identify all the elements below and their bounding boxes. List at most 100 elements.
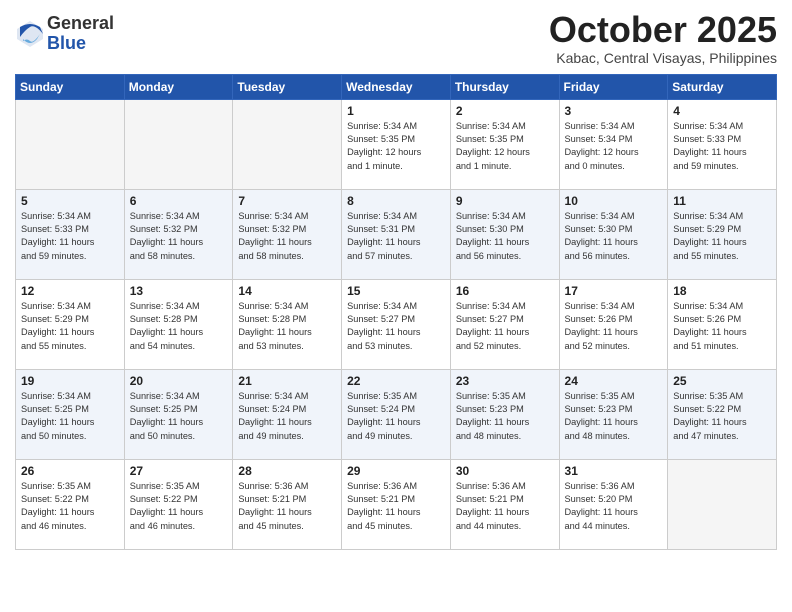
day-info: Sunrise: 5:35 AM Sunset: 5:24 PM Dayligh…	[347, 390, 445, 443]
calendar-week-row: 26 Sunrise: 5:35 AM Sunset: 5:22 PM Dayli…	[16, 459, 777, 549]
calendar-cell	[668, 459, 777, 549]
day-info: Sunrise: 5:35 AM Sunset: 5:22 PM Dayligh…	[21, 480, 119, 533]
calendar-cell	[124, 99, 233, 189]
day-info: Sunrise: 5:36 AM Sunset: 5:20 PM Dayligh…	[565, 480, 663, 533]
day-info: Sunrise: 5:36 AM Sunset: 5:21 PM Dayligh…	[347, 480, 445, 533]
day-info: Sunrise: 5:36 AM Sunset: 5:21 PM Dayligh…	[456, 480, 554, 533]
day-info: Sunrise: 5:34 AM Sunset: 5:28 PM Dayligh…	[130, 300, 228, 353]
calendar-cell: 28 Sunrise: 5:36 AM Sunset: 5:21 PM Dayli…	[233, 459, 342, 549]
logo-text: General Blue	[47, 14, 114, 54]
day-number: 5	[21, 194, 119, 208]
calendar-cell: 15 Sunrise: 5:34 AM Sunset: 5:27 PM Dayli…	[342, 279, 451, 369]
calendar-cell: 24 Sunrise: 5:35 AM Sunset: 5:23 PM Dayli…	[559, 369, 668, 459]
day-number: 29	[347, 464, 445, 478]
calendar-cell: 1 Sunrise: 5:34 AM Sunset: 5:35 PM Daylig…	[342, 99, 451, 189]
calendar-header-wednesday: Wednesday	[342, 74, 451, 99]
month-title: October 2025	[549, 10, 777, 50]
calendar-header-tuesday: Tuesday	[233, 74, 342, 99]
day-info: Sunrise: 5:35 AM Sunset: 5:23 PM Dayligh…	[456, 390, 554, 443]
calendar-header-saturday: Saturday	[668, 74, 777, 99]
day-info: Sunrise: 5:34 AM Sunset: 5:32 PM Dayligh…	[130, 210, 228, 263]
calendar-cell: 19Sunrise: 5:34 AM Sunset: 5:25 PM Dayli…	[16, 369, 125, 459]
day-number: 18	[673, 284, 771, 298]
calendar-cell: 10 Sunrise: 5:34 AM Sunset: 5:30 PM Dayli…	[559, 189, 668, 279]
logo-blue: Blue	[47, 34, 114, 54]
day-info: Sunrise: 5:35 AM Sunset: 5:22 PM Dayligh…	[673, 390, 771, 443]
day-number: 19	[21, 374, 119, 388]
calendar-cell: 22Sunrise: 5:35 AM Sunset: 5:24 PM Dayli…	[342, 369, 451, 459]
calendar-cell: 26 Sunrise: 5:35 AM Sunset: 5:22 PM Dayli…	[16, 459, 125, 549]
calendar-cell: 17 Sunrise: 5:34 AM Sunset: 5:26 PM Dayli…	[559, 279, 668, 369]
day-number: 7	[238, 194, 336, 208]
calendar-cell: 11Sunrise: 5:34 AM Sunset: 5:29 PM Dayli…	[668, 189, 777, 279]
calendar-cell: 20 Sunrise: 5:34 AM Sunset: 5:25 PM Dayli…	[124, 369, 233, 459]
day-number: 25	[673, 374, 771, 388]
day-info: Sunrise: 5:34 AM Sunset: 5:35 PM Dayligh…	[347, 120, 445, 173]
day-info: Sunrise: 5:34 AM Sunset: 5:27 PM Dayligh…	[456, 300, 554, 353]
day-number: 1	[347, 104, 445, 118]
day-info: Sunrise: 5:34 AM Sunset: 5:33 PM Dayligh…	[21, 210, 119, 263]
day-info: Sunrise: 5:34 AM Sunset: 5:27 PM Dayligh…	[347, 300, 445, 353]
calendar-week-row: 1 Sunrise: 5:34 AM Sunset: 5:35 PM Daylig…	[16, 99, 777, 189]
calendar-cell: 12 Sunrise: 5:34 AM Sunset: 5:29 PM Dayli…	[16, 279, 125, 369]
day-number: 3	[565, 104, 663, 118]
day-info: Sunrise: 5:34 AM Sunset: 5:29 PM Dayligh…	[673, 210, 771, 263]
calendar-cell: 27Sunrise: 5:35 AM Sunset: 5:22 PM Dayli…	[124, 459, 233, 549]
day-info: Sunrise: 5:34 AM Sunset: 5:31 PM Dayligh…	[347, 210, 445, 263]
day-number: 10	[565, 194, 663, 208]
day-number: 26	[21, 464, 119, 478]
calendar-week-row: 12 Sunrise: 5:34 AM Sunset: 5:29 PM Dayli…	[16, 279, 777, 369]
calendar-cell	[233, 99, 342, 189]
calendar-header-friday: Friday	[559, 74, 668, 99]
calendar-week-row: 19 Sunrise: 5:34 AM Sunset: 5:25 PM Dayli…	[16, 369, 777, 459]
calendar-cell: 2 Sunrise: 5:34 AM Sunset: 5:35 PM Daylig…	[450, 99, 559, 189]
calendar-cell: 29 Sunrise: 5:36 AM Sunset: 5:21 PM Dayli…	[342, 459, 451, 549]
day-info: Sunrise: 5:34 AM Sunset: 5:34 PM Dayligh…	[565, 120, 663, 173]
day-info: Sunrise: 5:34 AM Sunset: 5:35 PM Dayligh…	[456, 120, 554, 173]
calendar-header-row: SundayMondayTuesdayWednesdayThursdayFrid…	[16, 74, 777, 99]
calendar-cell: 21Sunrise: 5:34 AM Sunset: 5:24 PM Dayli…	[233, 369, 342, 459]
day-number: 16	[456, 284, 554, 298]
calendar-cell: 3 Sunrise: 5:34 AM Sunset: 5:34 PM Daylig…	[559, 99, 668, 189]
calendar-cell: 18Sunrise: 5:34 AM Sunset: 5:26 PM Dayli…	[668, 279, 777, 369]
calendar-header-thursday: Thursday	[450, 74, 559, 99]
calendar-cell: 13 Sunrise: 5:34 AM Sunset: 5:28 PM Dayli…	[124, 279, 233, 369]
calendar-cell: 30 Sunrise: 5:36 AM Sunset: 5:21 PM Dayli…	[450, 459, 559, 549]
calendar: SundayMondayTuesdayWednesdayThursdayFrid…	[15, 74, 777, 550]
day-number: 12	[21, 284, 119, 298]
day-number: 23	[456, 374, 554, 388]
page-container: General Blue October 2025 Kabac, Central…	[0, 0, 792, 560]
day-info: Sunrise: 5:34 AM Sunset: 5:29 PM Dayligh…	[21, 300, 119, 353]
day-number: 13	[130, 284, 228, 298]
day-number: 9	[456, 194, 554, 208]
day-info: Sunrise: 5:34 AM Sunset: 5:26 PM Dayligh…	[565, 300, 663, 353]
day-number: 24	[565, 374, 663, 388]
calendar-week-row: 5 Sunrise: 5:34 AM Sunset: 5:33 PM Daylig…	[16, 189, 777, 279]
day-info: Sunrise: 5:34 AM Sunset: 5:28 PM Dayligh…	[238, 300, 336, 353]
calendar-cell: 31 Sunrise: 5:36 AM Sunset: 5:20 PM Dayli…	[559, 459, 668, 549]
day-number: 2	[456, 104, 554, 118]
day-number: 27	[130, 464, 228, 478]
logo: General Blue	[15, 14, 114, 54]
calendar-cell: 23 Sunrise: 5:35 AM Sunset: 5:23 PM Dayli…	[450, 369, 559, 459]
day-number: 6	[130, 194, 228, 208]
logo-icon	[15, 19, 45, 49]
calendar-header-monday: Monday	[124, 74, 233, 99]
day-number: 17	[565, 284, 663, 298]
day-number: 28	[238, 464, 336, 478]
calendar-header-sunday: Sunday	[16, 74, 125, 99]
day-number: 30	[456, 464, 554, 478]
day-info: Sunrise: 5:35 AM Sunset: 5:23 PM Dayligh…	[565, 390, 663, 443]
day-number: 15	[347, 284, 445, 298]
day-info: Sunrise: 5:34 AM Sunset: 5:25 PM Dayligh…	[130, 390, 228, 443]
calendar-cell: 25 Sunrise: 5:35 AM Sunset: 5:22 PM Dayli…	[668, 369, 777, 459]
day-info: Sunrise: 5:34 AM Sunset: 5:30 PM Dayligh…	[565, 210, 663, 263]
day-number: 20	[130, 374, 228, 388]
day-info: Sunrise: 5:36 AM Sunset: 5:21 PM Dayligh…	[238, 480, 336, 533]
calendar-cell: 14Sunrise: 5:34 AM Sunset: 5:28 PM Dayli…	[233, 279, 342, 369]
day-info: Sunrise: 5:34 AM Sunset: 5:33 PM Dayligh…	[673, 120, 771, 173]
day-number: 31	[565, 464, 663, 478]
day-info: Sunrise: 5:34 AM Sunset: 5:32 PM Dayligh…	[238, 210, 336, 263]
logo-general: General	[47, 14, 114, 34]
calendar-cell: 8Sunrise: 5:34 AM Sunset: 5:31 PM Daylig…	[342, 189, 451, 279]
